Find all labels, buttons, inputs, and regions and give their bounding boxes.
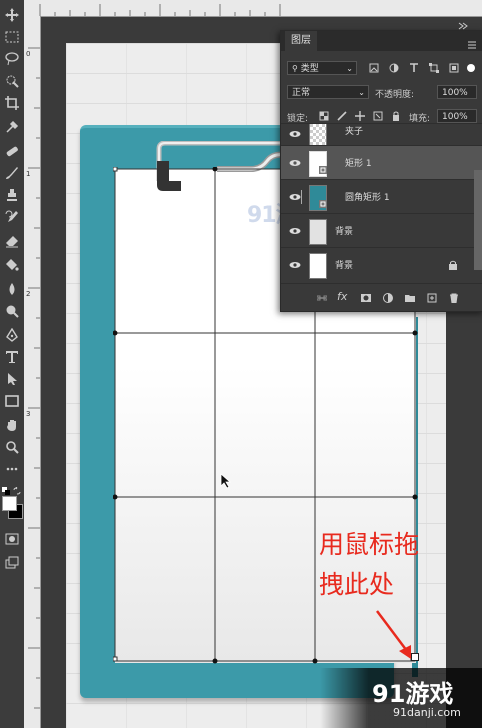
move-tool-icon[interactable]: [3, 6, 21, 24]
annotation-text-line1: 用鼠标拖: [319, 530, 420, 559]
vertical-ruler: 0 1 2 3: [24, 16, 41, 728]
default-colors-icon[interactable]: [2, 480, 10, 495]
visibility-eye-icon[interactable]: [289, 128, 301, 140]
type-filter-icon[interactable]: [409, 63, 419, 73]
chevron-down-icon: ⌄: [358, 88, 365, 97]
more-tools-icon[interactable]: [3, 460, 21, 478]
fill-field[interactable]: 100%: [437, 109, 477, 123]
layer-row[interactable]: 背景: [281, 247, 482, 282]
filter-kind-label: 类型: [300, 64, 319, 74]
panel-titlebar: 图层: [281, 31, 482, 51]
tab-layers[interactable]: 图层: [285, 31, 317, 51]
lock-transparent-icon[interactable]: [319, 111, 329, 121]
chevron-down-icon: ⌄: [346, 64, 353, 73]
paint-bucket-tool-icon[interactable]: [3, 256, 21, 274]
shape-layer-icon: [319, 166, 327, 174]
panel-menu-icon[interactable]: [467, 35, 477, 49]
layer-name: 背景: [335, 227, 354, 237]
opacity-label: 不透明度:: [375, 90, 415, 100]
adjustment-filter-icon[interactable]: [389, 63, 399, 73]
brush-tool-icon[interactable]: [3, 164, 21, 182]
pen-tool-icon[interactable]: [3, 326, 21, 344]
layer-name: 矩形 1: [345, 159, 372, 169]
fx-icon[interactable]: fx: [337, 290, 347, 303]
ruler-label: 0: [26, 50, 31, 58]
layer-row-selected[interactable]: 矩形 1: [281, 145, 482, 180]
ruler-label: 2: [26, 290, 31, 298]
opacity-value: 100%: [442, 88, 468, 98]
screen-mode-icon[interactable]: [3, 554, 21, 572]
search-icon: ⚲: [292, 64, 298, 73]
mouse-pointer-icon: [220, 473, 232, 489]
path-select-tool-icon[interactable]: [3, 370, 21, 388]
layers-panel: 图层 ⚲ 类型 ⌄ 正常 ⌄ 不透明度: 100% 锁定: 填充: 100% 夹…: [280, 30, 482, 312]
layer-thumbnail: [309, 219, 327, 245]
mask-icon[interactable]: [361, 293, 371, 303]
visibility-eye-icon[interactable]: [289, 225, 301, 237]
layer-name: 圆角矩形 1: [345, 193, 390, 203]
dodge-tool-icon[interactable]: [3, 302, 21, 320]
smart-object-filter-icon[interactable]: [449, 63, 459, 73]
shape-layer-icon: [319, 200, 327, 208]
lock-position-icon[interactable]: [355, 111, 365, 121]
lock-pixels-icon[interactable]: [337, 111, 347, 121]
layer-thumbnail: [309, 253, 327, 279]
opacity-field[interactable]: 100%: [437, 85, 477, 99]
layer-row[interactable]: 圆角矩形 1: [281, 179, 482, 214]
artboard-lock-icon[interactable]: [373, 111, 383, 121]
zoom-tool-icon[interactable]: [3, 438, 21, 456]
fill-value: 100%: [442, 112, 468, 122]
quick-mask-icon[interactable]: [3, 530, 21, 548]
layer-filter-select[interactable]: ⚲ 类型 ⌄: [287, 61, 357, 75]
watermark-site: 91danji.com: [393, 706, 461, 719]
blend-mode-value: 正常: [292, 88, 311, 98]
shape-filter-icon[interactable]: [429, 63, 439, 73]
ruler-label: 3: [26, 410, 31, 418]
type-tool-icon[interactable]: [3, 348, 21, 366]
layer-name: 背景: [335, 261, 354, 271]
hand-tool-icon[interactable]: [3, 416, 21, 434]
link-icon[interactable]: [317, 293, 327, 303]
horizontal-ruler: [24, 0, 482, 17]
history-brush-tool-icon[interactable]: [3, 208, 21, 226]
layer-thumbnail: [309, 124, 327, 146]
blend-mode-select[interactable]: 正常 ⌄: [287, 85, 369, 99]
tools-panel: [0, 0, 25, 728]
watermark-logo-bottom: 91游戏: [372, 680, 454, 708]
annotation-text-line2: 拽此处: [319, 570, 395, 599]
layer-row[interactable]: 背景: [281, 213, 482, 248]
swap-colors-icon[interactable]: [13, 480, 21, 495]
layer-name: 夹子: [345, 127, 364, 137]
rectangle-tool-icon[interactable]: [3, 392, 21, 410]
clipping-indicator: [301, 190, 308, 204]
filter-toggle[interactable]: [467, 64, 475, 72]
folder-icon[interactable]: [405, 293, 415, 303]
layers-footer: fx: [281, 283, 482, 312]
adjustment-icon[interactable]: [383, 293, 393, 303]
annotation-arrow-icon: [376, 610, 411, 659]
pixel-filter-icon[interactable]: [369, 63, 379, 73]
healing-brush-tool-icon[interactable]: [3, 142, 21, 160]
layer-row[interactable]: 夹子: [281, 123, 482, 146]
trash-icon[interactable]: [449, 293, 459, 303]
lock-icon: [449, 260, 457, 270]
clone-stamp-tool-icon[interactable]: [3, 186, 21, 204]
blur-tool-icon[interactable]: [3, 280, 21, 298]
lasso-tool-icon[interactable]: [3, 50, 21, 68]
panel-scrollbar[interactable]: [474, 170, 482, 270]
new-layer-icon[interactable]: [427, 293, 437, 303]
visibility-eye-icon[interactable]: [289, 259, 301, 271]
ruler-label: 1: [26, 170, 31, 178]
visibility-eye-icon[interactable]: [289, 191, 301, 203]
collapse-panels-icon[interactable]: [458, 16, 468, 30]
foreground-color-swatch[interactable]: [2, 496, 17, 511]
eraser-tool-icon[interactable]: [3, 232, 21, 250]
crop-tool-icon[interactable]: [3, 94, 21, 112]
eyedropper-tool-icon[interactable]: [3, 118, 21, 136]
quick-select-tool-icon[interactable]: [3, 72, 21, 90]
lock-all-icon[interactable]: [391, 111, 401, 121]
marquee-tool-icon[interactable]: [3, 28, 21, 46]
visibility-eye-icon[interactable]: [289, 157, 301, 169]
